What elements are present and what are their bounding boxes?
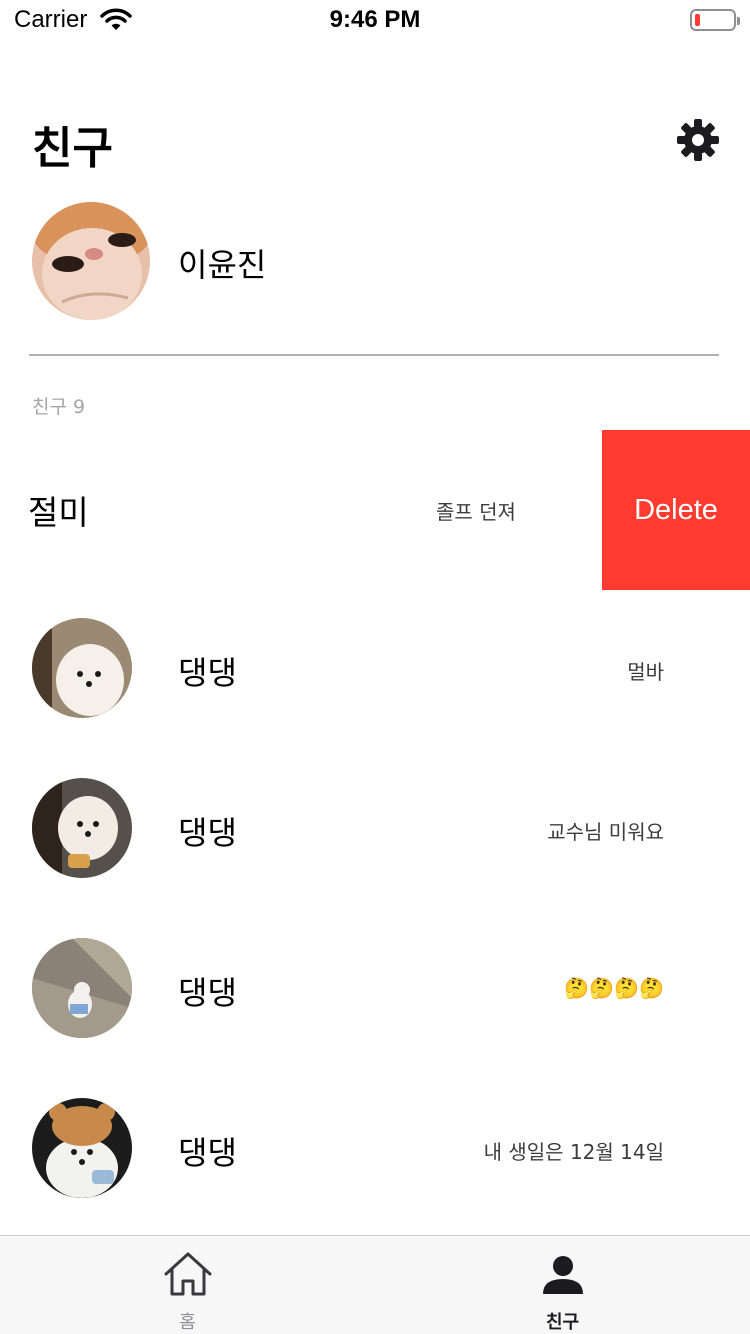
friend-name: 댕댕: [178, 1134, 237, 1172]
battery-low-icon: [690, 9, 740, 31]
avatar[interactable]: [32, 202, 150, 320]
friend-name: 절미: [28, 493, 89, 532]
status-bar: Carrier 9:46 PM: [0, 0, 750, 40]
friend-status-message: 졸프 던져: [436, 500, 516, 524]
friend-name: 댕댕: [178, 814, 237, 852]
avatar[interactable]: [32, 1098, 132, 1198]
status-time: 9:46 PM: [329, 6, 421, 33]
tab-label: 친구: [545, 1312, 580, 1333]
tab-bar: 홈 친구: [0, 1235, 750, 1334]
friend-status-message: 교수님 미워요: [547, 820, 664, 844]
friend-status-message: 내 생일은 12월 14일: [483, 1140, 664, 1164]
tab-home[interactable]: 홈: [0, 1236, 375, 1334]
settings-button[interactable]: [676, 118, 720, 162]
friends-count-label: 친구 9: [32, 396, 86, 418]
list-item[interactable]: 댕댕 멀바: [0, 590, 750, 750]
page-title: 친구: [32, 123, 113, 174]
friend-name: 댕댕: [178, 974, 237, 1012]
person-icon: [543, 1256, 583, 1294]
avatar[interactable]: [32, 778, 132, 878]
house-icon: [164, 1252, 212, 1296]
friend-name: 댕댕: [178, 654, 237, 692]
list-item-swiped[interactable]: 절미 졸프 던져 Delete: [0, 430, 750, 590]
list-item[interactable]: 댕댕 🤔🤔🤔🤔: [0, 910, 750, 1070]
gear-icon: [677, 119, 719, 161]
my-profile[interactable]: 이윤진: [32, 202, 722, 322]
tab-friends[interactable]: 친구: [375, 1236, 750, 1334]
list-item[interactable]: 댕댕 내 생일은 12월 14일: [0, 1070, 750, 1230]
tab-label: 홈: [179, 1312, 196, 1333]
my-name: 이윤진: [178, 246, 267, 284]
friend-status-message: 🤔🤔🤔🤔: [564, 976, 664, 1000]
avatar[interactable]: [32, 618, 132, 718]
friend-status-message: 멀바: [627, 660, 664, 684]
avatar[interactable]: [32, 938, 132, 1038]
delete-button[interactable]: Delete: [602, 430, 750, 590]
divider: [29, 354, 719, 356]
list-item[interactable]: 댕댕 교수님 미워요: [0, 750, 750, 910]
